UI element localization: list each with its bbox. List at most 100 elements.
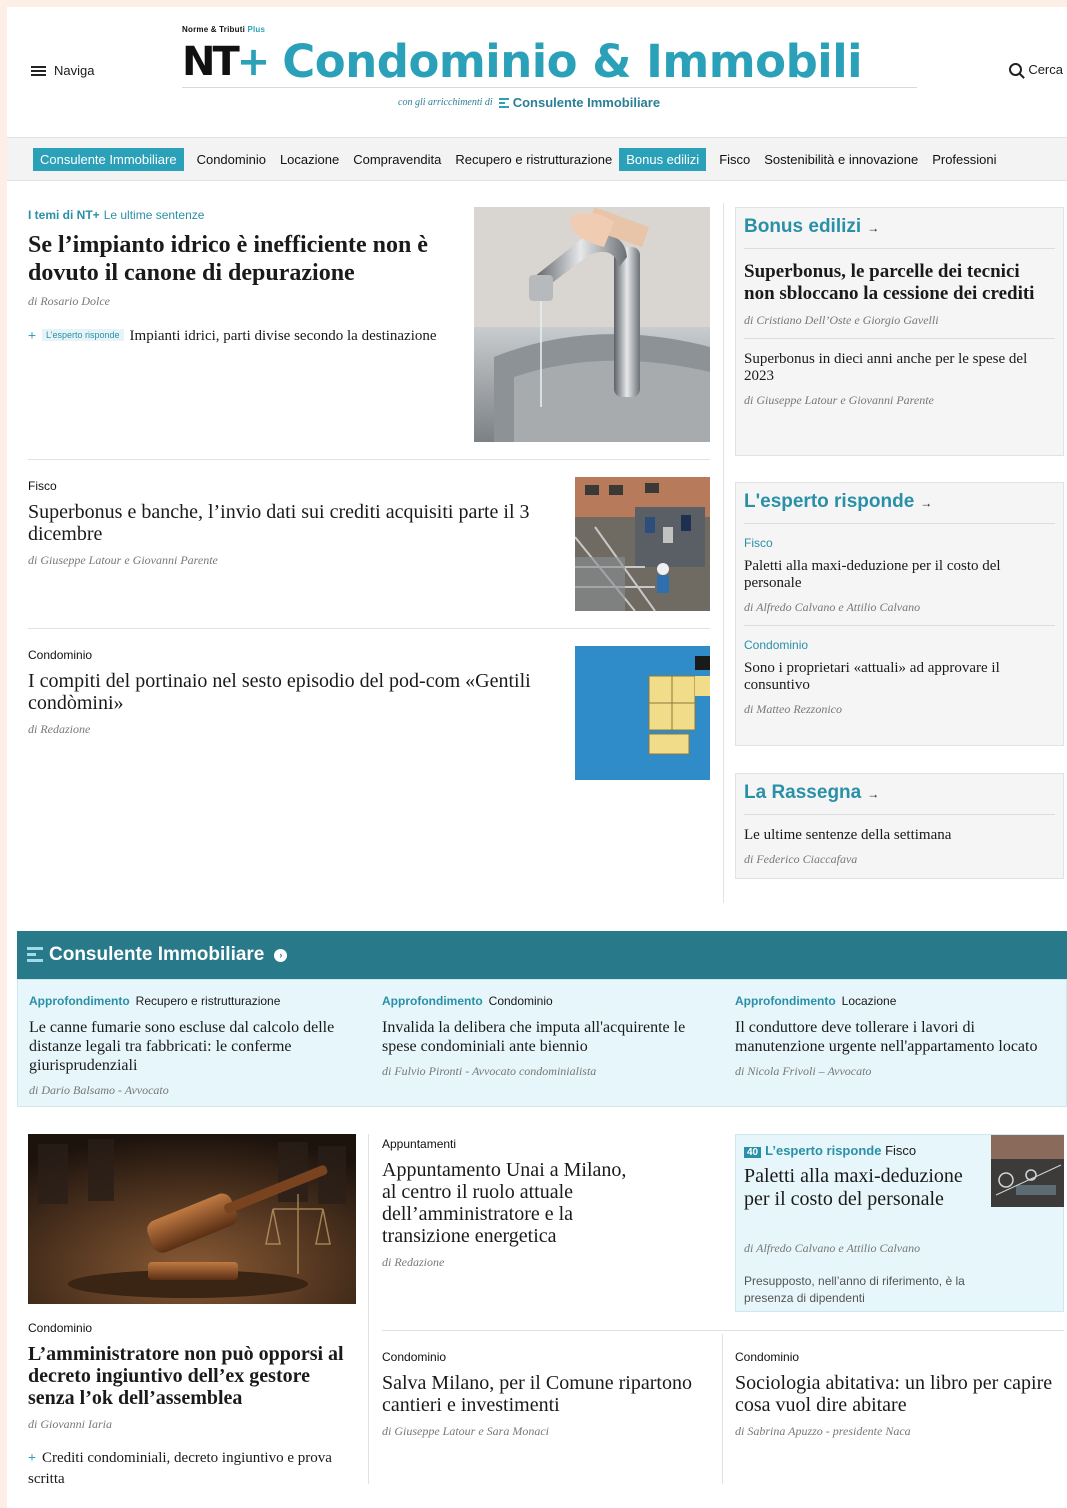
consulente-logo-icon [498, 97, 509, 108]
article-image-scaffolding[interactable] [575, 477, 710, 611]
consulente-brand[interactable]: Consulente Immobiliare [498, 95, 660, 110]
bonus-edilizi-heading[interactable]: Bonus edilizi → [744, 208, 1055, 249]
list-item[interactable]: Fisco Paletti alla maxi-deduzione per il… [744, 524, 1055, 626]
consulente-logo-icon [27, 947, 43, 963]
divider [28, 628, 710, 629]
rassegna-box: La Rassegna → Le ultime sentenze della se… [735, 773, 1064, 879]
search-button[interactable]: Cerca [1009, 62, 1063, 77]
arrow-right-icon: → [867, 221, 880, 235]
article-title[interactable]: Invalida la delibera che imputa all'acqu… [382, 1018, 707, 1056]
item-title[interactable]: Superbonus, le parcelle dei tecnici non … [744, 261, 1055, 305]
article-amministratore[interactable]: Condominio L’amministratore non può oppo… [28, 1321, 358, 1489]
article-portinaio[interactable]: Condominio I compiti del portinaio nel s… [28, 648, 548, 737]
lead-kicker[interactable]: I temi di NT+ Le ultime sentenze [28, 208, 204, 222]
column-divider [722, 1334, 723, 1484]
esperto-tag: L’esperto risponde [41, 329, 124, 341]
article-salva-milano[interactable]: Condominio Salva Milano, per il Comune r… [382, 1350, 702, 1439]
related-link[interactable]: + Crediti condominiali, decreto ingiuntiv… [28, 1448, 358, 1489]
article-kicker: Condominio [28, 648, 93, 662]
logo-subline: con gli arricchimenti di Consulente Immo… [398, 95, 660, 110]
logo-plus: + [236, 38, 271, 85]
site-header: Naviga Norme & Tributi Plus NT + Condomi… [7, 7, 1067, 135]
list-item[interactable]: Superbonus in dieci anni anche per le sp… [744, 339, 1055, 418]
article-sociologia[interactable]: Condominio Sociologia abitativa: un libr… [735, 1350, 1055, 1439]
article-byline: di Giovanni Iaria [28, 1417, 112, 1431]
item-byline: di Matteo Rezzonico [744, 702, 842, 716]
nav-item-sostenibilit-e-innovazione[interactable]: Sostenibilità e innovazione [757, 148, 925, 171]
item-byline: di Federico Ciaccafava [744, 852, 858, 866]
article-byline: di Giuseppe Latour e Giovanni Parente [28, 553, 218, 567]
article-image-gavel[interactable] [28, 1134, 356, 1304]
article-title[interactable]: I compiti del portinaio nel sesto episod… [28, 670, 548, 714]
main-nav: Consulente Immobiliare Condominio Locazion… [7, 137, 1067, 181]
article-kicker: Fisco [28, 479, 57, 493]
consulente-heading: Consulente Immobiliare [49, 944, 265, 965]
list-item[interactable]: Condominio Sono i proprietari «attuali» … [744, 626, 1055, 727]
article-title[interactable]: Appuntamento Unai a Milano, al centro il… [382, 1159, 632, 1247]
bonus-edilizi-box: Bonus edilizi → Superbonus, le parcelle d… [735, 207, 1064, 456]
item-title[interactable]: Paletti alla maxi-deduzione per il costo… [744, 558, 1055, 592]
lead-related-link[interactable]: + L’esperto risponde Impianti idrici, part… [28, 325, 448, 347]
site-logo[interactable]: Norme & Tributi Plus NT + Condominio & I… [182, 25, 917, 88]
nav-item-consulente-immobiliare[interactable]: Consulente Immobiliare [33, 147, 184, 171]
article-byline: di Dario Balsamo - Avvocato [29, 1083, 169, 1097]
article-kicker: Condominio [28, 1321, 93, 1335]
article-kicker: Approfondimento Condominio [382, 994, 553, 1008]
item-byline: di Alfredo Calvano e Attilio Calvano [744, 600, 921, 614]
plus-icon: + [28, 1451, 36, 1466]
menu-button[interactable]: Naviga [31, 63, 94, 78]
logo-title: Condominio & Immobili [282, 35, 863, 88]
esperto-risponde-card[interactable]: 40 L’esperto risponde Fisco Paletti alla … [735, 1134, 1064, 1312]
article-title[interactable]: Salva Milano, per il Comune ripartono ca… [382, 1372, 702, 1416]
article-kicker: Approfondimento Locazione [735, 994, 897, 1008]
item-title[interactable]: Sono i proprietari «attuali» ad approvar… [744, 660, 1055, 694]
item-kicker: Condominio [744, 638, 809, 652]
item-title[interactable]: Superbonus in dieci anni anche per le sp… [744, 351, 1055, 385]
article-byline: di Redazione [28, 722, 91, 736]
card-byline: di Alfredo Calvano e Attilio Calvano [744, 1241, 921, 1255]
article-image-podcast[interactable] [575, 646, 710, 780]
consulente-band-header[interactable]: Consulente Immobiliare › [17, 931, 1067, 979]
article-title[interactable]: Il conduttore deve tollerare i lavori di… [735, 1018, 1060, 1056]
divider [382, 1330, 1064, 1331]
consulente-article[interactable]: Approfondimento Recupero e ristrutturazio… [29, 994, 354, 1098]
nav-item-bonus-edilizi[interactable]: Bonus edilizi [619, 147, 707, 171]
article-byline: di Giuseppe Latour e Sara Monaci [382, 1424, 549, 1438]
nav-item-professioni[interactable]: Professioni [925, 148, 1003, 171]
card-title[interactable]: Paletti alla maxi-deduzione per il costo… [744, 1165, 984, 1211]
article-byline: di Sabrina Apuzzo - presidente Naca [735, 1424, 911, 1438]
nav-item-compravendita[interactable]: Compravendita [346, 148, 448, 171]
logo-super: Norme & Tributi Plus [182, 25, 266, 34]
article-kicker: Condominio [735, 1350, 800, 1364]
card-summary: Presupposto, nell’anno di riferimento, è… [744, 1274, 965, 1305]
list-item[interactable]: Le ultime sentenze della settimana di Fe… [744, 815, 1055, 877]
nav-item-locazione[interactable]: Locazione [273, 148, 346, 171]
logo-nt: NT [182, 38, 240, 85]
lead-image-faucet[interactable] [474, 207, 710, 442]
rassegna-heading[interactable]: La Rassegna → [744, 774, 1055, 815]
item-kicker: Fisco [744, 536, 773, 550]
nav-item-condominio[interactable]: Condominio [190, 148, 273, 171]
card-kicker: 40 L’esperto risponde Fisco [744, 1143, 916, 1158]
search-label: Cerca [1028, 62, 1063, 77]
consulente-article[interactable]: Approfondimento Locazione Il conduttore d… [735, 994, 1060, 1079]
card-image[interactable] [991, 1135, 1064, 1207]
item-title[interactable]: Le ultime sentenze della settimana [744, 827, 1055, 844]
page: Naviga Norme & Tributi Plus NT + Condomi… [7, 7, 1067, 1508]
article-title[interactable]: Superbonus e banche, l’invio dati sui cr… [28, 501, 548, 545]
article-appuntamento[interactable]: Appuntamenti Appuntamento Unai a Milano,… [382, 1137, 632, 1270]
badge-40: 40 [744, 1147, 762, 1158]
article-superbonus-banche[interactable]: Fisco Superbonus e banche, l’invio dati … [28, 479, 548, 568]
logo-sub-text: con gli arricchimenti di [398, 97, 493, 108]
consulente-article[interactable]: Approfondimento Condominio Invalida la de… [382, 994, 707, 1079]
article-title[interactable]: L’amministratore non può opporsi al decr… [28, 1343, 358, 1409]
article-title[interactable]: Sociologia abitativa: un libro per capir… [735, 1372, 1055, 1416]
list-item[interactable]: Superbonus, le parcelle dei tecnici non … [744, 249, 1055, 339]
nav-item-fisco[interactable]: Fisco [712, 148, 757, 171]
divider [28, 459, 710, 460]
lead-title[interactable]: Se l’impianto idrico è inefficiente non … [28, 231, 458, 287]
esperto-risponde-heading[interactable]: L'esperto risponde → [744, 483, 1055, 524]
article-title[interactable]: Le canne fumarie sono escluse dal calcol… [29, 1018, 354, 1075]
chevron-right-icon: › [274, 948, 288, 962]
nav-item-recupero-e-ristrutturazione[interactable]: Recupero e ristrutturazione [448, 148, 619, 171]
